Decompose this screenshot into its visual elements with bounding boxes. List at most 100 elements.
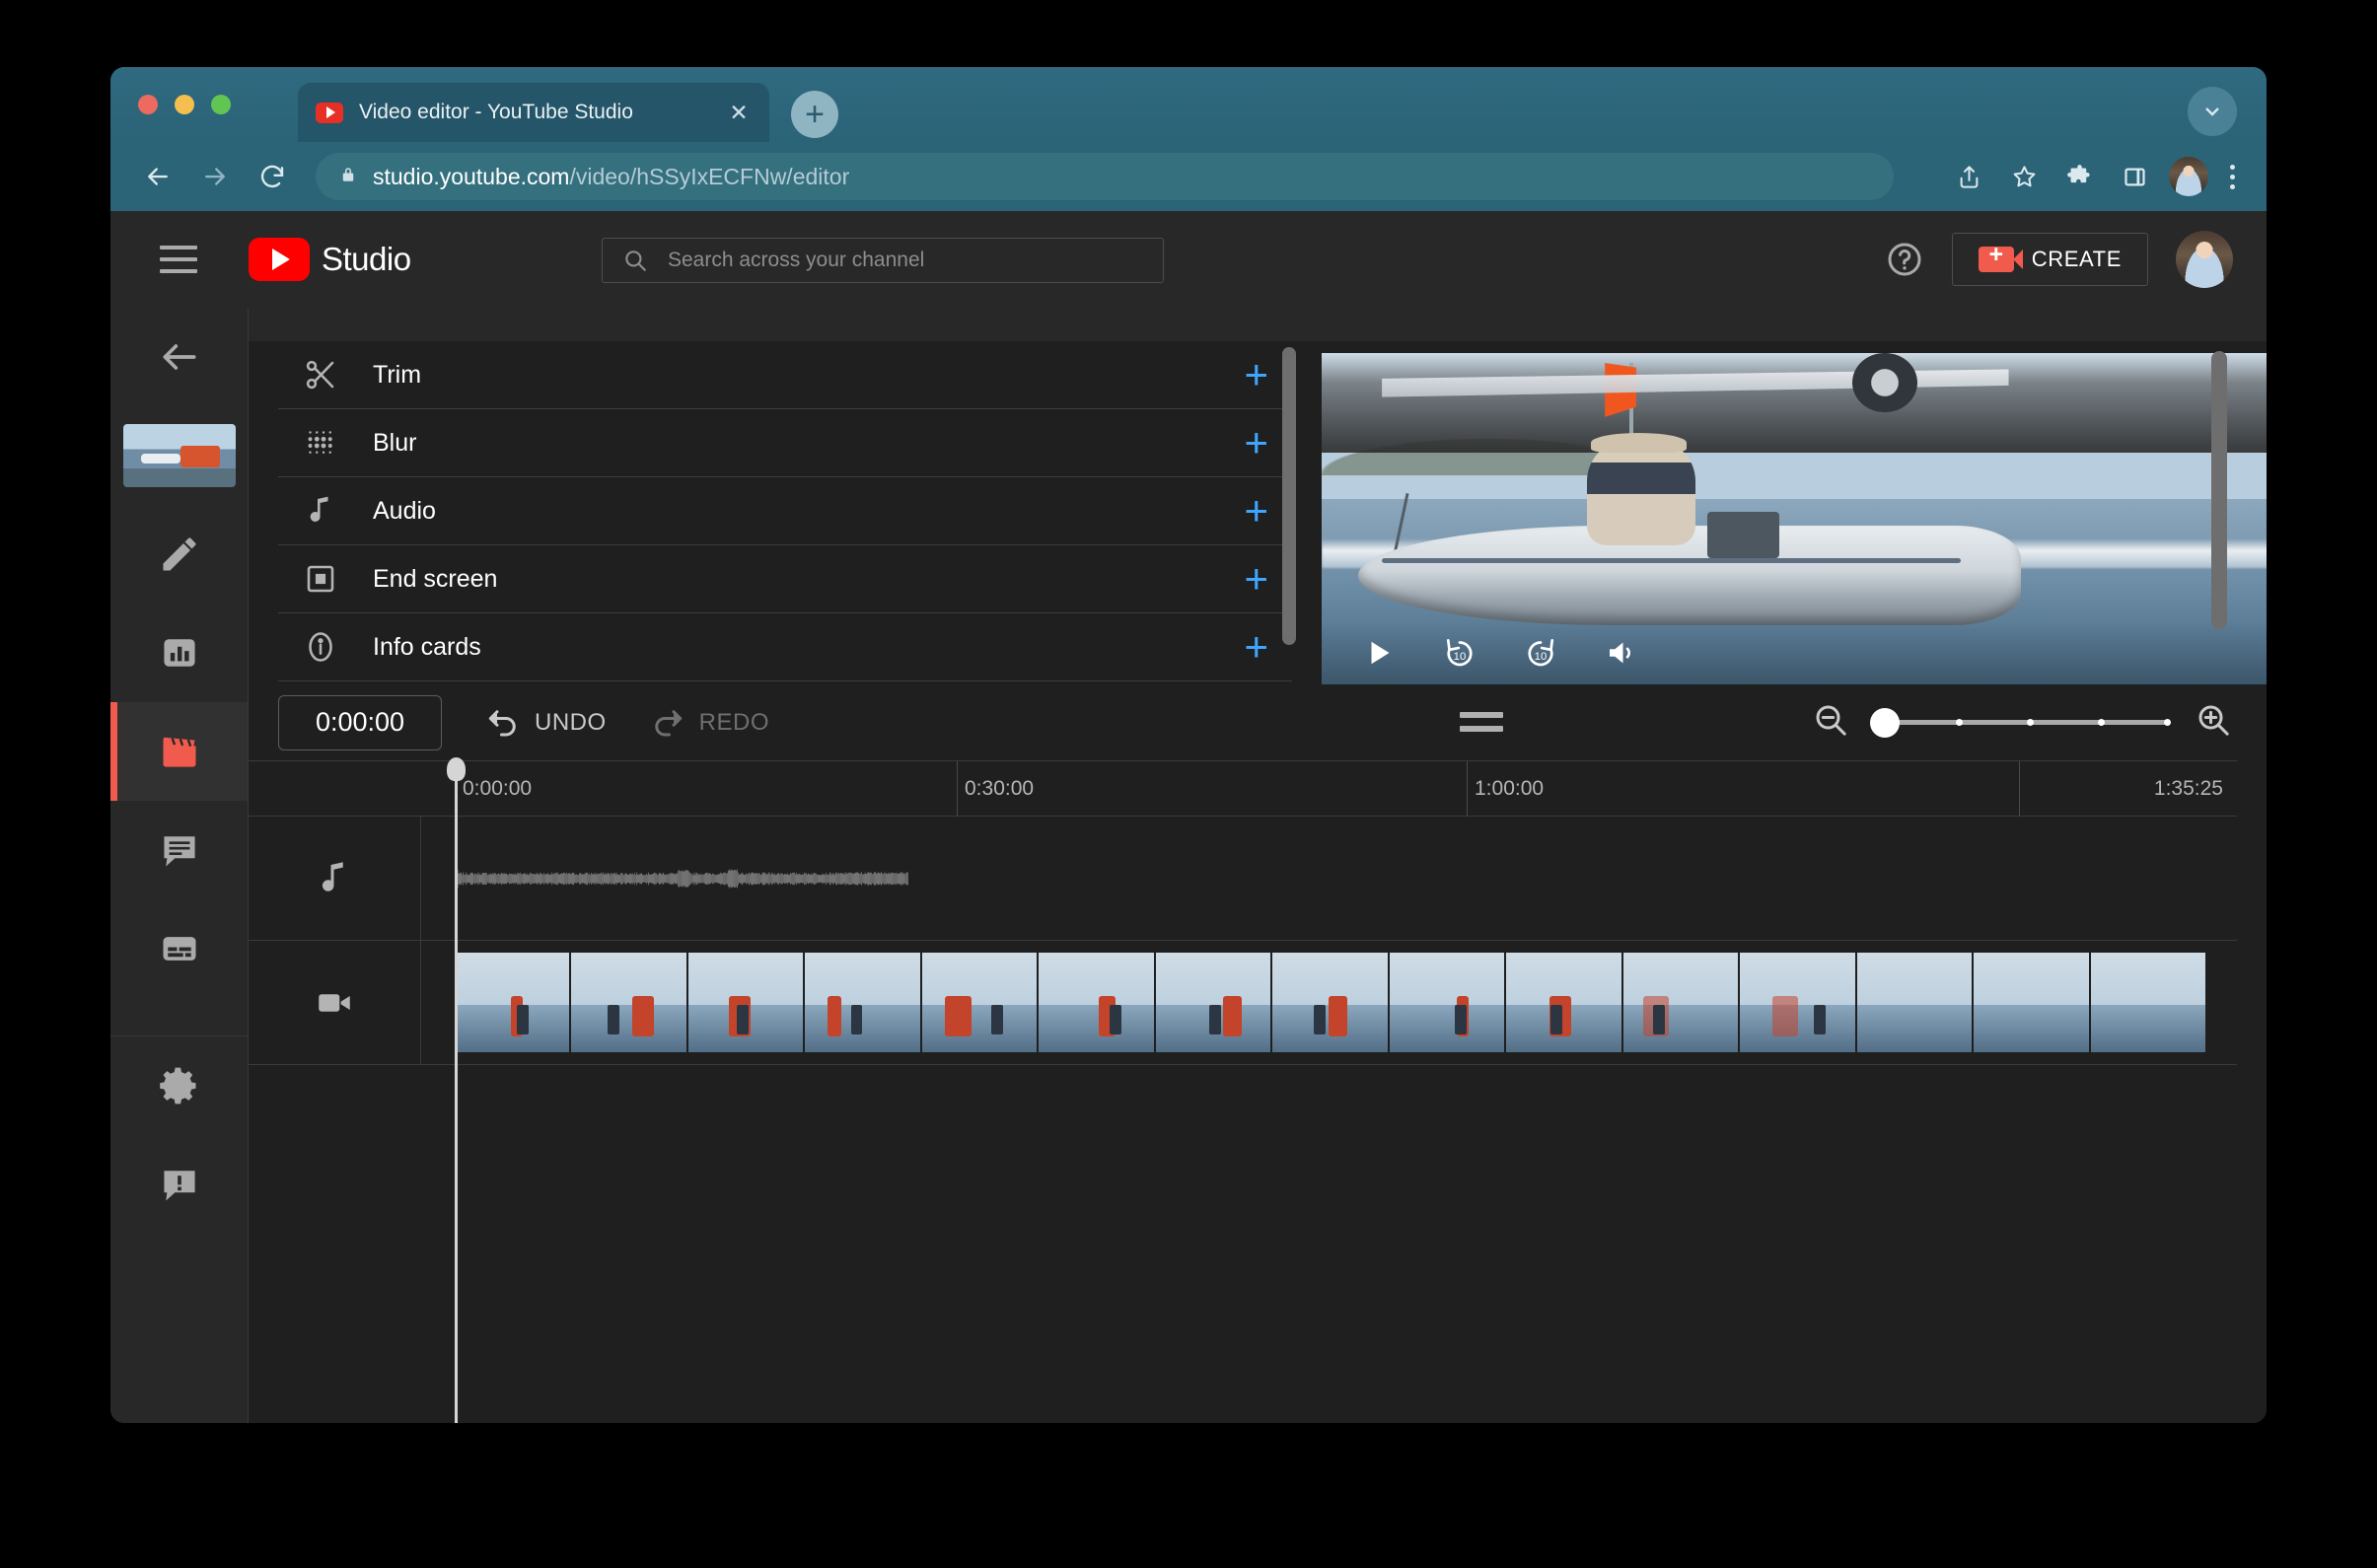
tool-row-audio[interactable]: Audio + — [278, 477, 1292, 545]
minimize-window-button[interactable] — [175, 95, 194, 114]
filmstrip-frame — [1622, 953, 1741, 1052]
close-window-button[interactable] — [138, 95, 158, 114]
playhead-knob[interactable] — [447, 757, 466, 781]
sidebar-item-feedback[interactable] — [110, 1135, 248, 1234]
blur-dots-icon — [300, 422, 341, 463]
window-traffic-lights — [138, 95, 231, 114]
undo-button[interactable]: UNDO — [485, 705, 607, 741]
tools-panel: Trim + Blur + Audio + End screen + Info … — [278, 341, 1296, 684]
studio-body: Video editor Trim + — [110, 308, 2267, 1423]
help-icon[interactable] — [1885, 240, 1924, 279]
ruler-label: 1:00:00 — [1475, 777, 1545, 800]
sidebar-item-video-thumbnail[interactable] — [110, 406, 248, 505]
filmstrip-frame — [571, 953, 688, 1052]
sidebar-item-analytics[interactable] — [110, 604, 248, 702]
browser-tab[interactable]: Video editor - YouTube Studio ✕ — [298, 83, 769, 142]
browser-toolbar: studio.youtube.com/video/hSSyIxECFNw/edi… — [110, 142, 2267, 211]
video-outboard-motor — [1707, 512, 1780, 559]
audio-waveform — [455, 868, 908, 889]
youtube-play-icon — [249, 238, 310, 281]
zoom-tick — [2098, 719, 2105, 726]
sidebar-item-editor[interactable] — [110, 702, 248, 801]
zoom-tick — [2164, 719, 2171, 726]
side-panel-icon[interactable] — [2114, 156, 2155, 197]
add-end-screen-button[interactable]: + — [1244, 558, 1268, 600]
redo-button[interactable]: REDO — [650, 705, 769, 741]
add-info-cards-button[interactable]: + — [1244, 626, 1268, 668]
sidebar-item-details[interactable] — [110, 505, 248, 604]
tools-panel-scrollbar[interactable] — [1282, 347, 1296, 645]
filmstrip-frame — [1506, 953, 1623, 1052]
reload-icon[interactable] — [249, 153, 296, 200]
sidebar-item-subtitles[interactable] — [110, 899, 248, 998]
page-scrollbar[interactable] — [2211, 351, 2227, 629]
ruler-tick — [957, 761, 958, 817]
timeline-playhead[interactable] — [447, 757, 466, 1423]
profile-avatar[interactable] — [2169, 157, 2208, 196]
close-icon[interactable]: ✕ — [726, 100, 752, 126]
tool-row-info-cards[interactable]: Info cards + — [278, 613, 1292, 681]
zoom-track — [1874, 720, 2170, 725]
video-preview[interactable]: 10 10 — [1322, 353, 2267, 684]
filmstrip-frame — [1272, 953, 1390, 1052]
current-time-field[interactable]: 0:00:00 — [278, 694, 442, 750]
zoom-out-icon[interactable] — [1811, 700, 1850, 745]
back-icon[interactable] — [134, 153, 181, 200]
browser-menu-icon[interactable] — [2222, 164, 2243, 189]
preview-wrap: 10 10 — [1322, 341, 2267, 684]
sidebar-item-comments[interactable] — [110, 801, 248, 899]
filmstrip-frame — [455, 953, 572, 1052]
forward-10-icon[interactable]: 10 — [1513, 625, 1568, 680]
feedback-icon — [163, 1171, 195, 1201]
tool-row-end-screen[interactable]: End screen + — [278, 545, 1292, 613]
search-input[interactable]: Search across your channel — [602, 238, 1164, 283]
browser-toolbar-actions — [1948, 156, 2243, 197]
panel-drag-handle[interactable] — [1460, 712, 1503, 732]
ruler-label: 0:30:00 — [965, 777, 1035, 800]
avatar[interactable] — [2176, 231, 2233, 288]
video-track-body[interactable] — [421, 941, 2237, 1064]
filmstrip-frame — [1740, 953, 1857, 1052]
video-filmstrip[interactable] — [455, 953, 2207, 1052]
add-audio-button[interactable]: + — [1244, 490, 1268, 532]
menu-hamburger-icon[interactable] — [152, 233, 205, 286]
forward-icon[interactable] — [191, 153, 239, 200]
timeline-toolbar: 0:00:00 UNDO REDO — [249, 684, 2237, 761]
youtube-icon — [316, 102, 343, 123]
rewind-10-icon[interactable]: 10 — [1432, 625, 1487, 680]
share-icon[interactable] — [1948, 156, 1989, 197]
filmstrip-frame — [2090, 953, 2207, 1052]
zoom-slider-knob[interactable] — [1870, 707, 1900, 738]
back-arrow-icon[interactable] — [110, 308, 248, 406]
player-controls: 10 10 — [1322, 621, 2267, 684]
studio-logo[interactable]: Studio — [249, 238, 411, 281]
zoom-slider[interactable] — [1870, 703, 2171, 743]
filmstrip-frame — [921, 953, 1040, 1052]
chevron-down-icon[interactable] — [2188, 87, 2237, 136]
tool-row-blur[interactable]: Blur + — [278, 409, 1292, 477]
tool-row-trim[interactable]: Trim + — [278, 341, 1292, 409]
create-button[interactable]: CREATE — [1951, 233, 2148, 286]
audio-track-body[interactable] — [421, 817, 2237, 940]
tab-title: Video editor - YouTube Studio — [359, 101, 633, 123]
sidebar-item-settings[interactable] — [110, 1036, 248, 1135]
play-icon[interactable] — [1351, 625, 1406, 680]
new-tab-button[interactable]: + — [791, 91, 838, 138]
volume-icon[interactable] — [1594, 625, 1649, 680]
zoom-in-icon[interactable] — [2194, 700, 2233, 745]
video-editor-main: Video editor Trim + — [249, 308, 2267, 1423]
filmstrip-frame — [1856, 953, 1975, 1052]
maximize-window-button[interactable] — [211, 95, 231, 114]
video-track[interactable] — [249, 941, 2237, 1065]
tool-label: End screen — [373, 564, 498, 593]
add-trim-button[interactable]: + — [1244, 354, 1268, 395]
address-bar[interactable]: studio.youtube.com/video/hSSyIxECFNw/edi… — [316, 153, 1894, 200]
add-blur-button[interactable]: + — [1244, 422, 1268, 463]
bookmark-star-icon[interactable] — [2003, 156, 2045, 197]
timeline-ruler[interactable]: 0:00:00 0:30:00 1:00:00 1:35:25 — [249, 761, 2237, 817]
timeline-ruler-track: 0:00:00 0:30:00 1:00:00 1:35:25 — [421, 761, 2237, 817]
extensions-icon[interactable] — [2058, 156, 2100, 197]
subtitles-icon — [163, 937, 195, 961]
filmstrip-frame — [1155, 953, 1273, 1052]
audio-track[interactable] — [249, 817, 2237, 941]
